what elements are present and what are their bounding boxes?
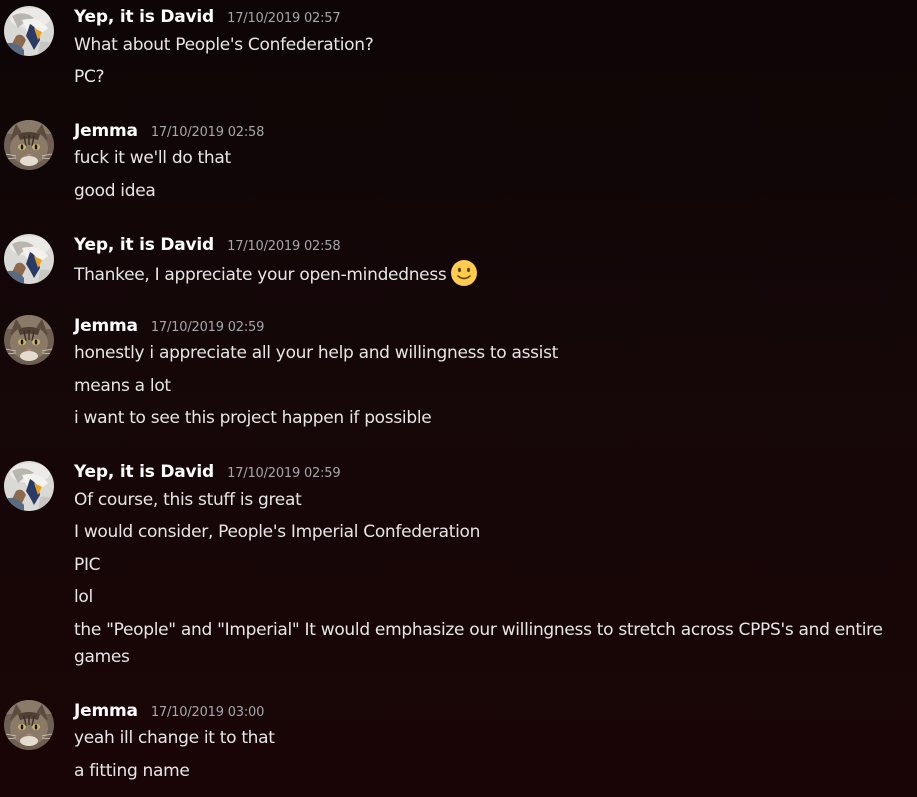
- message-text: Thankee, I appreciate your open-mindedne…: [74, 259, 914, 288]
- timestamp[interactable]: 17/10/2019 03:00: [151, 705, 265, 720]
- avatar-jemma[interactable]: [4, 315, 54, 365]
- message-text: a fitting name: [74, 761, 190, 781]
- avatar-jemma[interactable]: [4, 700, 54, 750]
- message-text: Of course, this stuff is great: [74, 490, 302, 510]
- avatar-david[interactable]: [4, 461, 54, 511]
- message-header: Jemma 17/10/2019 02:59: [74, 315, 264, 337]
- message-text: good idea: [74, 181, 156, 201]
- message-text: i want to see this project happen if pos…: [74, 408, 432, 428]
- timestamp[interactable]: 17/10/2019 02:58: [151, 125, 265, 140]
- message-header: Yep, it is David 17/10/2019 02:57: [74, 6, 341, 28]
- author-name[interactable]: Yep, it is David: [74, 235, 214, 255]
- message-header: Jemma 17/10/2019 02:58: [74, 120, 264, 142]
- author-name[interactable]: Yep, it is David: [74, 7, 214, 27]
- message-text: yeah ill change it to that: [74, 728, 275, 748]
- slightly-smiling-face-icon: [451, 260, 478, 286]
- avatar-jemma[interactable]: [4, 120, 54, 170]
- message-text: the "People" and "Imperial" It would emp…: [74, 620, 883, 667]
- message-text: I would consider, People's Imperial Conf…: [74, 522, 481, 542]
- message-text-content: Thankee, I appreciate your open-mindedne…: [74, 265, 447, 285]
- author-name[interactable]: Jemma: [74, 316, 138, 336]
- author-name[interactable]: Jemma: [74, 121, 138, 141]
- message-text: PC?: [74, 67, 105, 87]
- message-text: fuck it we'll do that: [74, 148, 231, 168]
- message-header: Yep, it is David 17/10/2019 02:58: [74, 234, 341, 256]
- message-text: means a lot: [74, 376, 171, 396]
- timestamp[interactable]: 17/10/2019 02:57: [227, 11, 341, 26]
- message-text: honestly i appreciate all your help and …: [74, 343, 559, 363]
- avatar-david[interactable]: [4, 6, 54, 56]
- avatar-david[interactable]: [4, 234, 54, 284]
- timestamp[interactable]: 17/10/2019 02:59: [151, 320, 265, 335]
- timestamp[interactable]: 17/10/2019 02:59: [227, 466, 341, 481]
- timestamp[interactable]: 17/10/2019 02:58: [227, 239, 341, 254]
- message-text: What about People's Confederation?: [74, 35, 374, 55]
- message-header: Jemma 17/10/2019 03:00: [74, 700, 264, 722]
- chat-log: Yep, it is David 17/10/2019 02:57 What a…: [0, 0, 917, 797]
- author-name[interactable]: Yep, it is David: [74, 462, 214, 482]
- message-header: Yep, it is David 17/10/2019 02:59: [74, 461, 341, 483]
- author-name[interactable]: Jemma: [74, 701, 138, 721]
- message-text: lol: [74, 587, 93, 607]
- message-text: PIC: [74, 555, 101, 575]
